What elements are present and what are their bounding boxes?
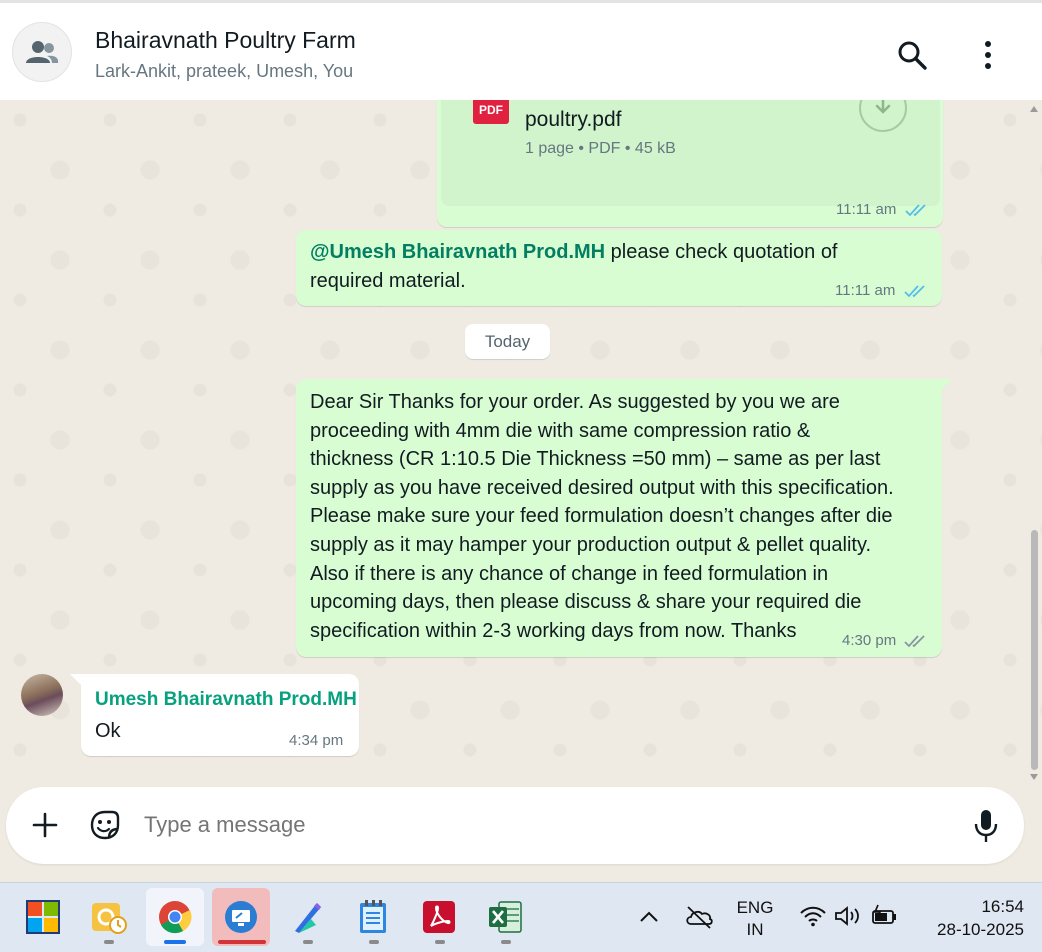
taskbar-excel[interactable]	[476, 888, 534, 946]
mention-message-text: @Umesh Bhairavnath Prod.MH please check …	[310, 241, 838, 292]
onedrive-offline-icon[interactable]	[684, 904, 714, 930]
mention-link[interactable]: @Umesh Bhairavnath Prod.MH	[310, 241, 605, 263]
language-indicator[interactable]: ENG IN	[732, 897, 778, 941]
outlook-icon	[92, 903, 127, 934]
group-icon	[26, 41, 59, 63]
long-message-text: Dear Sir Thanks for your order. As sugge…	[310, 391, 894, 642]
notepad-indicator	[369, 940, 379, 944]
taskbar-outlook[interactable]	[80, 888, 138, 946]
attach-plus-icon[interactable]	[30, 810, 60, 840]
message-time: 11:11 am	[836, 201, 929, 218]
date-separator: Today	[465, 324, 550, 359]
wifi-icon[interactable]	[800, 905, 826, 927]
menu-dots-icon[interactable]	[976, 39, 1000, 71]
clock-time: 16:54	[981, 897, 1024, 916]
incoming-message-text: Ok	[95, 720, 121, 742]
sender-name[interactable]: Umesh Bhairavnath Prod.MH	[95, 689, 357, 711]
microphone-icon[interactable]	[972, 808, 1000, 844]
read-receipt-icon	[903, 285, 925, 298]
excel-icon	[489, 901, 522, 933]
group-avatar[interactable]	[12, 22, 72, 82]
message-time: 11:11 am	[835, 282, 928, 299]
show-hidden-icons-chevron[interactable]	[638, 906, 660, 928]
acrobat-icon	[423, 901, 455, 933]
notepad-icon	[360, 900, 386, 933]
volume-icon[interactable]	[834, 905, 862, 927]
clock-date: 28-10-2025	[937, 920, 1024, 939]
windows-logo-icon	[26, 900, 60, 934]
start-button[interactable]	[14, 888, 72, 946]
taskbar-chrome[interactable]	[146, 888, 204, 946]
read-receipt-icon	[904, 204, 926, 217]
chat-title[interactable]: Bhairavnath Poultry Farm	[95, 27, 356, 54]
chat-scrollbar[interactable]	[1028, 105, 1040, 783]
sticker-icon[interactable]	[88, 808, 122, 842]
sender-avatar[interactable]	[21, 674, 63, 716]
chrome-icon	[159, 901, 192, 934]
document-filename: poultry.pdf	[525, 108, 622, 131]
excel-indicator	[501, 940, 511, 944]
taskbar-notepad[interactable]	[344, 888, 402, 946]
pen-app-icon	[295, 903, 321, 933]
battery-charging-icon[interactable]	[870, 903, 898, 929]
bubble-tail	[940, 379, 952, 391]
chat-header: Bhairavnath Poultry Farm Lark-Ankit, pra…	[0, 0, 1042, 100]
search-icon[interactable]	[896, 39, 928, 71]
scroll-up-icon[interactable]	[1030, 105, 1038, 113]
acrobat-indicator	[435, 940, 445, 944]
outlook-indicator	[104, 940, 114, 944]
taskbar-remote-desktop[interactable]	[212, 888, 270, 946]
chrome-active-indicator	[164, 940, 186, 944]
taskbar-pen-app[interactable]	[278, 888, 336, 946]
remote-desktop-active-indicator	[218, 940, 266, 944]
taskbar-acrobat[interactable]	[410, 888, 468, 946]
delivered-receipt-icon	[904, 635, 926, 648]
taskbar-clock[interactable]: 16:54 28-10-2025	[912, 895, 1024, 941]
message-time: 4:34 pm	[289, 732, 344, 749]
scrollbar-thumb[interactable]	[1031, 530, 1038, 770]
pdf-file-icon: PDF	[473, 100, 509, 124]
scroll-down-icon[interactable]	[1030, 773, 1038, 781]
message-input[interactable]	[144, 812, 924, 838]
chat-members[interactable]: Lark-Ankit, prateek, Umesh, You	[95, 61, 353, 82]
document-meta: 1 page • PDF • 45 kB	[525, 140, 676, 157]
remote-desktop-icon	[225, 901, 257, 933]
message-time: 4:30 pm	[842, 632, 928, 649]
pen-app-indicator	[303, 940, 313, 944]
chat-area: PDF poultry.pdf 1 page • PDF • 45 kB 11:…	[0, 100, 1042, 782]
